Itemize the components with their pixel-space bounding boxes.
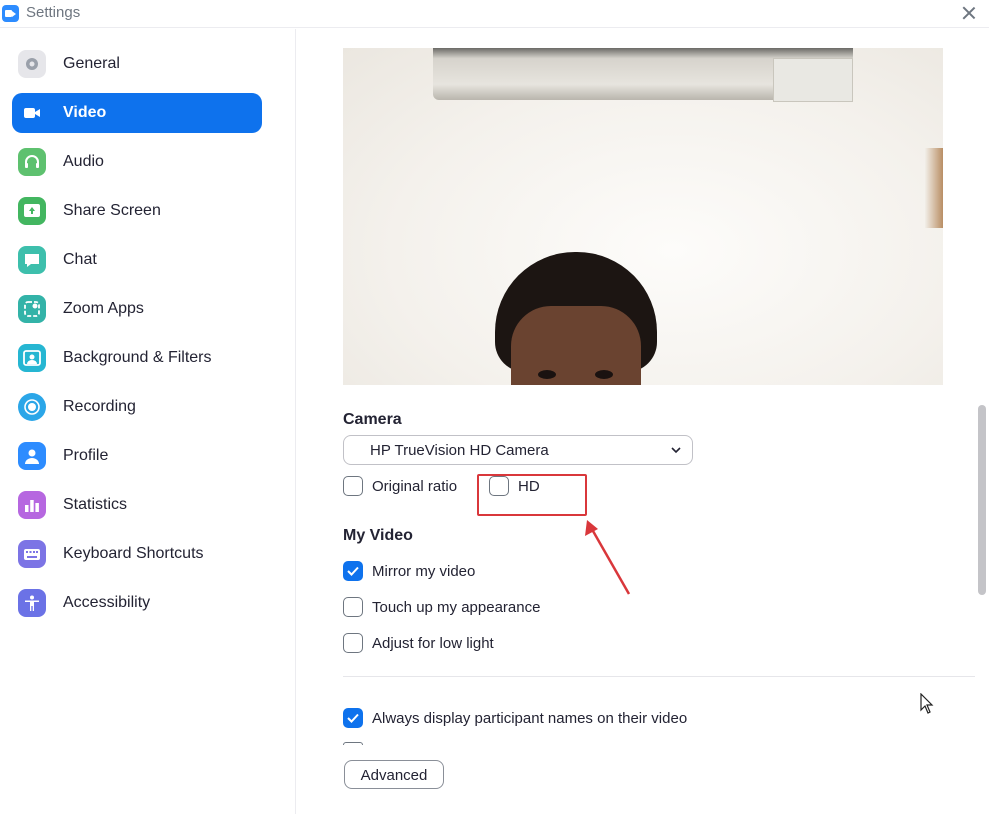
sidebar-item-chat[interactable]: Chat (12, 240, 262, 280)
mirror-video-label: Mirror my video (372, 563, 476, 580)
low-light-checkbox[interactable] (343, 633, 363, 653)
sidebar-item-label: Background & Filters (63, 349, 212, 366)
sidebar-item-label: Audio (63, 153, 104, 170)
sidebar: General Video Audio Share Screen Chat Zo… (0, 29, 296, 814)
video-settings-panel: Camera HP TrueVision HD Camera Original … (297, 29, 989, 814)
statistics-icon (18, 491, 46, 519)
low-light-label: Adjust for low light (372, 635, 494, 652)
sidebar-item-zoom-apps[interactable]: Zoom Apps (12, 289, 262, 329)
keyboard-icon (18, 540, 46, 568)
sidebar-item-audio[interactable]: Audio (12, 142, 262, 182)
camera-preview (343, 48, 943, 385)
sidebar-item-label: Recording (63, 398, 136, 415)
partially-hidden-checkbox[interactable] (343, 742, 363, 745)
accessibility-icon (18, 589, 46, 617)
sidebar-item-label: Statistics (63, 496, 128, 513)
section-divider (343, 676, 975, 677)
display-names-checkbox[interactable] (343, 708, 363, 728)
sidebar-item-accessibility[interactable]: Accessibility (12, 583, 262, 623)
share-screen-icon (18, 197, 46, 225)
sidebar-item-background-filters[interactable]: Background & Filters (12, 338, 262, 378)
my-video-section-title: My Video (343, 527, 413, 544)
sidebar-item-label: Share Screen (63, 202, 161, 219)
sidebar-item-video[interactable]: Video (12, 93, 262, 133)
camera-select[interactable]: HP TrueVision HD Camera (343, 435, 693, 465)
mouse-pointer-icon (920, 693, 934, 714)
camera-section-title: Camera (343, 411, 402, 428)
annotation-highlight-box (477, 474, 587, 516)
video-camera-icon (18, 99, 46, 127)
sidebar-item-label: Profile (63, 447, 109, 464)
sidebar-item-label: Accessibility (63, 594, 151, 611)
sidebar-item-profile[interactable]: Profile (12, 436, 262, 476)
camera-select-value: HP TrueVision HD Camera (370, 442, 549, 459)
annotation-arrow-icon (585, 520, 631, 595)
recording-icon (18, 393, 46, 421)
sidebar-item-share-screen[interactable]: Share Screen (12, 191, 262, 231)
sidebar-item-label: Keyboard Shortcuts (63, 545, 204, 562)
sidebar-item-label: Video (63, 104, 107, 121)
advanced-button[interactable]: Advanced (344, 760, 444, 789)
advanced-button-label: Advanced (360, 767, 428, 784)
sidebar-item-recording[interactable]: Recording (12, 387, 262, 427)
original-ratio-label: Original ratio (372, 478, 458, 495)
mirror-video-checkbox[interactable] (343, 561, 363, 581)
window-title: Settings (26, 4, 81, 21)
display-names-label: Always display participant names on thei… (372, 710, 688, 727)
profile-icon (18, 442, 46, 470)
sidebar-item-keyboard-shortcuts[interactable]: Keyboard Shortcuts (12, 534, 262, 574)
sidebar-item-label: Chat (63, 251, 97, 268)
touch-up-checkbox[interactable] (343, 597, 363, 617)
chat-bubble-icon (18, 246, 46, 274)
chevron-down-icon (671, 447, 681, 454)
zoom-video-icon (2, 5, 19, 22)
sidebar-item-label: Zoom Apps (63, 300, 144, 317)
sidebar-item-general[interactable]: General (12, 44, 262, 84)
vertical-scrollbar[interactable] (978, 405, 986, 595)
close-button[interactable] (959, 3, 979, 23)
sidebar-item-label: General (63, 55, 120, 72)
original-ratio-checkbox[interactable] (343, 476, 363, 496)
touch-up-label: Touch up my appearance (372, 599, 541, 616)
gear-icon (18, 50, 46, 78)
checkmark-icon (347, 566, 359, 576)
zoom-apps-icon (18, 295, 46, 323)
sidebar-item-statistics[interactable]: Statistics (12, 485, 262, 525)
background-filter-icon (18, 344, 46, 372)
title-bar: Settings (0, 0, 989, 28)
checkmark-icon (347, 713, 359, 723)
headphones-icon (18, 148, 46, 176)
